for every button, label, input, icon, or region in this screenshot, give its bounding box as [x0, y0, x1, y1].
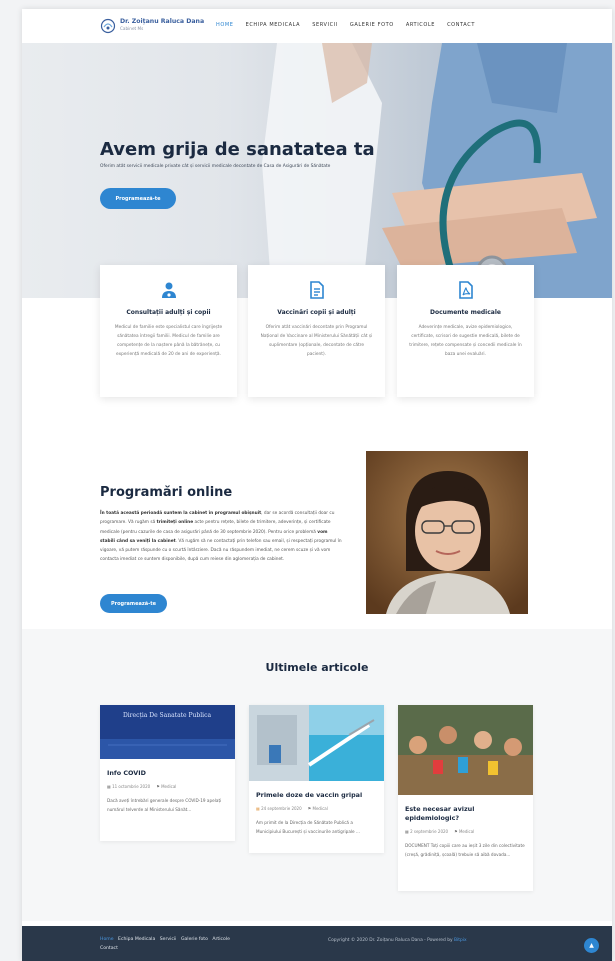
footer-nav-galerie-foto[interactable]: Galerie foto	[181, 937, 208, 942]
nav-articole[interactable]: Articole	[406, 22, 435, 28]
article-date: ▦ 24 septembrie 2020	[256, 806, 302, 811]
article-excerpt: Dacă aveți întrebări generale despre COV…	[107, 798, 222, 812]
article-title[interactable]: Este necesar avizul epidemiologic?	[405, 805, 526, 823]
article-card[interactable]: Este necesar avizul epidemiologic? ▦ 2 s…	[398, 705, 533, 891]
article-date: ▦ 2 septembrie 2020	[405, 829, 448, 834]
article-date: ▦ 11 octombrie 2020	[107, 784, 150, 789]
article-thumbnail[interactable]	[398, 705, 533, 795]
article-excerpt: DOCUMENT Toți copiii care au ieșit 3 zil…	[405, 843, 525, 857]
text-bold: În toată această perioadă suntem la cabi…	[100, 511, 262, 516]
scroll-to-top-button[interactable]: ▲	[584, 938, 599, 953]
footer-nav-articole[interactable]: Articole	[212, 937, 230, 942]
tag-icon: ⚑	[156, 784, 160, 789]
calendar-icon: ▦	[107, 784, 111, 789]
service-card-vaccinari[interactable]: Vaccinări copii și adulți Oferim atât va…	[248, 265, 385, 397]
category-text: Medical	[458, 829, 475, 834]
category-text: Medical	[161, 784, 177, 789]
nav-home[interactable]: Home	[216, 22, 234, 28]
tag-icon: ⚑	[307, 806, 312, 811]
nav-contact[interactable]: Contact	[447, 22, 475, 28]
article-category[interactable]: ⚑ Medical	[454, 829, 474, 834]
logo-icon[interactable]	[100, 18, 116, 34]
article-meta: ▦ 24 septembrie 2020 ⚑ Medical	[256, 806, 377, 811]
article-card[interactable]: Direcția De Sanatate Publica Info COVID …	[100, 705, 235, 841]
article-thumbnail[interactable]	[249, 705, 384, 781]
online-appointment-button[interactable]: Programează-te	[100, 594, 167, 613]
pdf-icon	[458, 281, 473, 299]
calendar-icon: ▦	[256, 806, 260, 811]
article-card[interactable]: Primele doze de vaccin gripal ▦ 24 septe…	[249, 705, 384, 853]
section-title: Programări online	[100, 485, 233, 500]
hero-subtitle: Oferim atât servicii medicale private câ…	[100, 164, 331, 169]
copyright-label: Copyright © 2020 Dr. Zoițanu Raluca Dana…	[328, 938, 454, 943]
hero-appointment-button[interactable]: Programează-te	[100, 188, 176, 209]
card-text: Oferim atât vaccinări decontate prin Pro…	[260, 325, 373, 357]
article-excerpt: Am primit de la Direcția de Sănătate Pub…	[256, 820, 360, 834]
text-bold: trimiteți online	[156, 520, 194, 526]
card-title: Documente medicale	[430, 309, 501, 316]
copyright-text: Copyright © 2020 Dr. Zoițanu Raluca Dana…	[328, 938, 467, 943]
section-text: În toată această perioadă suntem la cabi…	[100, 509, 342, 565]
nav-servicii[interactable]: Servicii	[312, 22, 338, 28]
service-card-documente[interactable]: Documente medicale Adeverințe medicale, …	[397, 265, 534, 397]
tag-icon: ⚑	[454, 829, 458, 834]
footer-nav: Home Echipa Medicala Servicii Galerie fo…	[100, 935, 270, 953]
nav-galerie-foto[interactable]: Galerie foto	[350, 22, 394, 28]
footer-nav-echipa-medicala[interactable]: Echipa Medicala	[118, 937, 155, 942]
article-thumbnail[interactable]: Direcția De Sanatate Publica	[100, 705, 235, 759]
main-nav: Home Echipa medicala Servicii Galerie fo…	[216, 22, 475, 28]
card-text: Adeverințe medicale, avize epidemiologic…	[409, 325, 522, 357]
powered-by-link[interactable]: Bitpix	[454, 938, 467, 943]
article-category[interactable]: ⚑ Medical	[156, 784, 176, 789]
arrow-up-icon: ▲	[589, 942, 594, 949]
latest-articles-section: Ultimele articole Direcția De Sanatate P…	[22, 629, 612, 921]
calendar-icon: ▦	[405, 829, 409, 834]
site-header: Dr. Zoițanu Raluca Dana Cabinet Ms Home …	[22, 9, 612, 43]
nav-echipa-medicala[interactable]: Echipa medicala	[246, 22, 301, 28]
card-title: Vaccinări copii și adulți	[277, 309, 356, 316]
doctor-icon	[161, 282, 176, 298]
hero-title: Avem grija de sanatatea ta	[100, 139, 375, 160]
section-title: Ultimele articole	[265, 661, 369, 674]
footer-nav-home[interactable]: Home	[100, 937, 114, 942]
doctor-portrait-image	[366, 451, 528, 614]
logo-title[interactable]: Dr. Zoițanu Raluca Dana	[120, 18, 204, 25]
footer-nav-servicii[interactable]: Servicii	[160, 937, 177, 942]
date-text: 11 octombrie 2020	[112, 784, 151, 789]
date-text: 24 septembrie 2020	[261, 806, 302, 811]
article-category[interactable]: ⚑ Medical	[308, 806, 328, 811]
online-appointments-section: Programări online În toată această perio…	[22, 409, 612, 629]
category-text: Medical	[312, 806, 328, 811]
document-icon	[309, 281, 324, 299]
logo-subtitle: Cabinet Ms	[120, 26, 144, 31]
date-text: 2 septembrie 2020	[410, 829, 449, 834]
article-meta: ▦ 11 octombrie 2020 ⚑ Medical	[107, 784, 228, 789]
article-title[interactable]: Primele doze de vaccin gripal	[256, 791, 377, 800]
page: Dr. Zoițanu Raluca Dana Cabinet Ms Home …	[22, 9, 612, 961]
footer-nav-contact[interactable]: Contact	[100, 946, 118, 951]
hero-banner: Avem grija de sanatatea ta Oferim atât s…	[22, 43, 612, 298]
thumbnail-text: Direcția De Sanatate Publica	[123, 712, 212, 719]
site-footer: Home Echipa Medicala Servicii Galerie fo…	[22, 926, 612, 961]
card-text: Medicul de familie este specialistul car…	[114, 325, 223, 357]
article-meta: ▦ 2 septembrie 2020 ⚑ Medical	[405, 829, 526, 834]
article-title[interactable]: Info COVID	[107, 769, 228, 778]
service-card-consultatii[interactable]: Consultații adulți și copii Medicul de f…	[100, 265, 237, 397]
card-title: Consultații adulți și copii	[126, 309, 211, 316]
hero-background-image	[262, 43, 612, 298]
